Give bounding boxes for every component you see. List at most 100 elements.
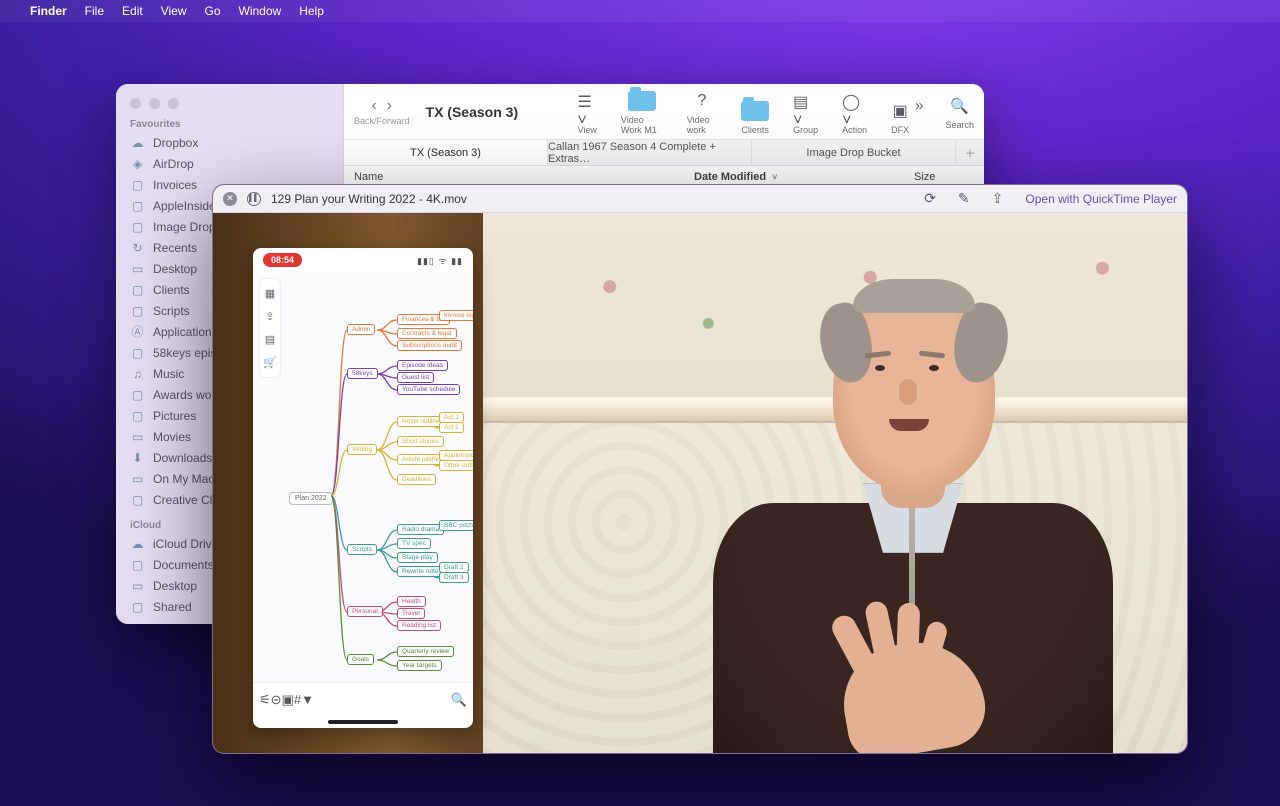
mindmap-node[interactable]: Year targets — [397, 660, 442, 671]
mindmap-node[interactable]: BBC pitch — [439, 520, 473, 531]
markup-icon[interactable]: ✎ — [958, 190, 970, 207]
mindmap-node[interactable]: Radio drama — [397, 524, 444, 535]
sidebar-item-airdrop[interactable]: ◈AirDrop — [116, 153, 343, 174]
mindmap-node[interactable]: Other outlets — [439, 460, 473, 471]
phone-time-pill: 08:54 — [263, 253, 302, 267]
mindmap-node[interactable]: Stage play — [397, 552, 438, 563]
toolbar-action-button[interactable]: ◯ ˅ Action — [842, 99, 867, 135]
toolbar-folder-label: Video work — [687, 115, 717, 135]
mindmap-node[interactable]: Invoice log — [439, 310, 473, 321]
mindmap-canvas[interactable]: ▦ ⇪ ▤ 🛒 Plan 2022 AdminFinances & taxInv… — [253, 272, 473, 682]
traffic-close-icon[interactable] — [130, 98, 141, 109]
sidebar-item-label: Dropbox — [153, 136, 198, 150]
toolbar-folder-videowork[interactable]: ? Video work — [687, 89, 717, 135]
sidebar-item-label: Applications — [153, 325, 218, 339]
toolbar-view-button[interactable]: ☰ ˅ View — [578, 99, 597, 135]
sidebar-item-icon: ▭ — [130, 472, 145, 486]
column-header-size[interactable]: Size — [904, 171, 984, 183]
sidebar-item-label: Desktop — [153, 262, 197, 276]
menu-window[interactable]: Window — [239, 4, 282, 18]
mindmap-node[interactable]: Contracts & legal — [397, 328, 457, 339]
mindmap-node[interactable]: Subscriptions audit — [397, 340, 462, 351]
sidebar-item-icon: ☁ — [130, 136, 145, 150]
mindmap-node[interactable]: Travel — [397, 608, 425, 619]
sidebar-item-icon: Ⓐ — [130, 323, 145, 340]
sidebar-item-label: Pictures — [153, 409, 196, 423]
tab-callan-1967[interactable]: Callan 1967 Season 4 Complete + Extras… — [548, 140, 752, 165]
collapse-icon[interactable]: ⚟ — [259, 692, 271, 708]
search-icon[interactable]: 🔍 — [451, 692, 467, 708]
menu-edit[interactable]: Edit — [122, 4, 143, 18]
mindmap-node[interactable]: Guest list — [397, 372, 434, 383]
quicklook-video-frame[interactable]: 08:54 ▮▮▯ ᯤ ▮▮ ▦ ⇪ ▤ 🛒 Plan 2022 AdminFi… — [213, 213, 1187, 753]
mindmap-node[interactable]: Act 2 — [439, 422, 464, 433]
nav-back-icon[interactable]: ‹ — [371, 98, 376, 114]
quicklook-play-button[interactable]: ▌▌ — [247, 192, 261, 206]
mindmap-node[interactable]: Scripts — [347, 544, 377, 555]
grid-icon[interactable]: ▦ — [265, 287, 275, 300]
sidebar-item-label: Recents — [153, 241, 197, 255]
toolbar-folder-clients[interactable]: Clients — [741, 99, 769, 135]
mindmap-node[interactable]: Goals — [347, 654, 374, 665]
nav-label: Back/Forward — [354, 116, 410, 126]
tab-image-drop-bucket[interactable]: Image Drop Bucket — [752, 140, 956, 165]
share-icon[interactable]: ⇪ — [265, 310, 274, 323]
mindmap-node[interactable]: Quarterly review — [397, 646, 454, 657]
menubar-app-name[interactable]: Finder — [30, 4, 67, 18]
toolbar-folder-videoworkm1[interactable]: Video Work M1 — [621, 89, 663, 135]
style-icon[interactable]: ▼ — [301, 692, 314, 707]
mindmap-node[interactable]: Health — [397, 596, 426, 607]
note-icon[interactable]: ▤ — [265, 333, 275, 346]
menu-file[interactable]: File — [85, 4, 104, 18]
open-with-button[interactable]: Open with QuickTime Player — [1025, 192, 1177, 206]
traffic-minimize-icon[interactable] — [149, 98, 160, 109]
sidebar-item-label: AirDrop — [153, 157, 194, 171]
mindmap-node[interactable]: Admin — [347, 324, 375, 335]
sidebar-item-icon: ▢ — [130, 220, 145, 234]
mindmap-node[interactable]: Episode ideas — [397, 360, 448, 371]
group-icon: ▤ ˅ — [793, 99, 818, 123]
mindmap-node[interactable]: Short stories — [397, 436, 444, 447]
rotate-icon[interactable]: ⟳ — [924, 190, 936, 207]
sidebar-item-dropbox[interactable]: ☁ Dropbox — [116, 132, 343, 153]
sidebar-item-icon: ▢ — [130, 304, 145, 318]
sidebar-item-icon: ▢ — [130, 388, 145, 402]
toolbar-group-button[interactable]: ▤ ˅ Group — [793, 99, 818, 135]
image-icon[interactable]: ▣ — [282, 692, 294, 708]
menu-view[interactable]: View — [161, 4, 187, 18]
menu-help[interactable]: Help — [299, 4, 324, 18]
toolbar-dfx-button[interactable]: ▣ DFX — [891, 99, 909, 135]
sidebar-item-icon: ▢ — [130, 346, 145, 360]
video-person — [693, 253, 1133, 753]
quicklook-close-button[interactable]: ✕ — [223, 192, 237, 206]
mindmap-node[interactable]: Deadlines — [397, 474, 436, 485]
sidebar-item-icon: ▢ — [130, 199, 145, 213]
mindmap-node[interactable]: Writing — [347, 444, 377, 455]
toolbar-search-button[interactable]: 🔍 Search — [945, 94, 974, 130]
mindmap-node[interactable]: TV spec — [397, 538, 431, 549]
column-header-name[interactable]: Name — [344, 171, 684, 183]
traffic-zoom-icon[interactable] — [168, 98, 179, 109]
sidebar-item-icon: ▢ — [130, 178, 145, 192]
chat-icon[interactable]: ⊝ — [271, 692, 282, 708]
question-icon: ? — [697, 89, 706, 113]
toolbar-overflow-button[interactable]: » — [915, 94, 923, 130]
mindmap-node[interactable]: 58keys — [347, 368, 378, 379]
hash-icon[interactable]: # — [294, 692, 301, 707]
sidebar-item-icon: ↻ — [130, 241, 145, 255]
tab-add-button[interactable]: ＋ — [956, 140, 984, 165]
mindmap-tool-column: ▦ ⇪ ▤ 🛒 — [259, 278, 281, 378]
nav-forward-icon[interactable]: › — [387, 98, 392, 114]
mindmap-node[interactable]: Personal — [347, 606, 383, 617]
share-icon[interactable]: ⇪ — [992, 190, 1004, 207]
macos-menubar: Finder File Edit View Go Window Help — [0, 0, 1280, 22]
mindmap-node[interactable]: Novel outline — [397, 416, 445, 427]
menu-go[interactable]: Go — [205, 4, 221, 18]
mindmap-node[interactable]: Draft 3 — [439, 572, 469, 583]
sidebar-item-label: Shared — [153, 600, 192, 614]
mindmap-node[interactable]: Reading list — [397, 620, 441, 631]
mindmap-node[interactable]: YouTube schedule — [397, 384, 460, 395]
cart-icon[interactable]: 🛒 — [263, 356, 277, 369]
column-header-date[interactable]: Date Modified ˅ — [684, 171, 904, 183]
tab-tx-season-3[interactable]: TX (Season 3) — [344, 140, 548, 165]
